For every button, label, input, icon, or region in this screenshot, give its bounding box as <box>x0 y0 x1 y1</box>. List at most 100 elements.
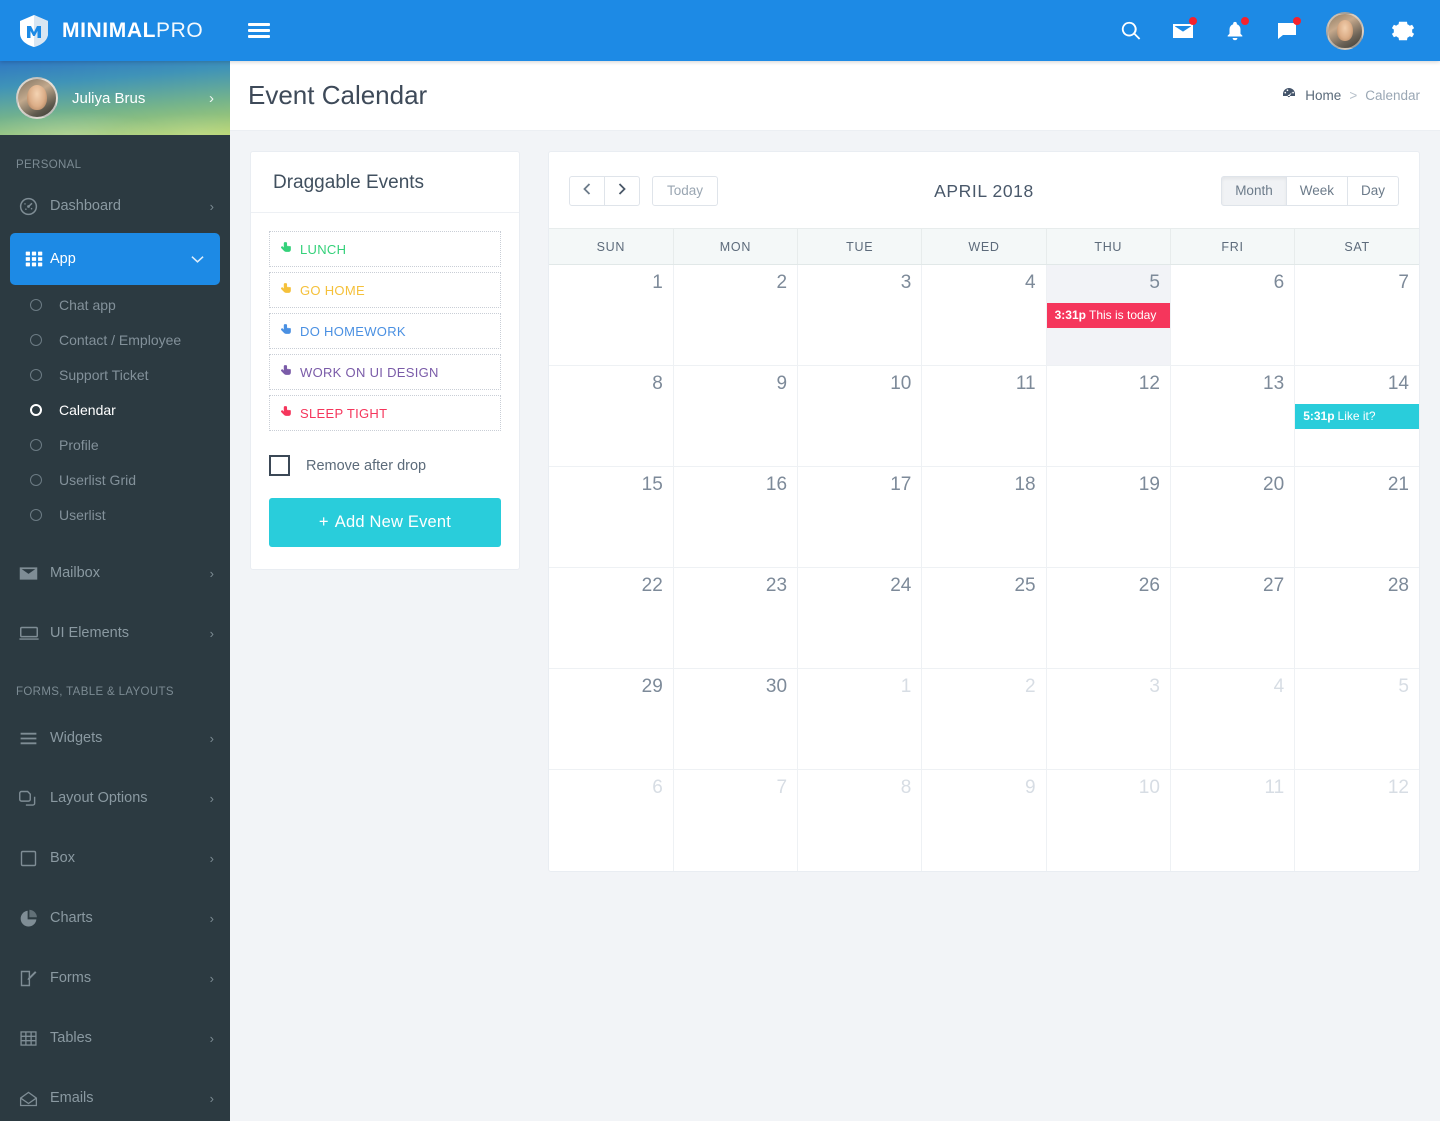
sidebar-profile[interactable]: Juliya Brus › <box>0 61 230 135</box>
calendar-day-cell[interactable]: 17 <box>797 466 923 568</box>
sidebar-item-app[interactable]: App <box>10 233 220 285</box>
breadcrumb-home[interactable]: Home <box>1305 88 1341 103</box>
calendar-day-cell[interactable]: 5 <box>1294 668 1419 770</box>
calendar-day-cell[interactable]: 11 <box>921 365 1047 467</box>
calendar-day-cell[interactable]: 4 <box>921 264 1047 366</box>
calendar-day-cell[interactable]: 24 <box>797 567 923 669</box>
sidebar-item-ui-elements[interactable]: UI Elements › <box>0 608 230 658</box>
sidebar-item-chat-app[interactable]: Chat app <box>0 287 230 322</box>
hamburger-icon[interactable] <box>248 21 276 41</box>
calendar-day-cell[interactable]: 7 <box>1294 264 1419 366</box>
app-root: MINIMALPRO Juliya Brus › PERSONAL Dashbo… <box>0 0 1440 1121</box>
calendar-day-cell[interactable]: 10 <box>797 365 923 467</box>
calendar-week-row: 22 23 24 25 26 27 28 <box>549 567 1419 669</box>
calendar-next-button[interactable] <box>605 176 640 206</box>
calendar-day-cell[interactable]: 2 <box>672 264 799 366</box>
calendar-day-cell[interactable]: 27 <box>1169 567 1296 669</box>
calendar-day-cell[interactable]: 22 <box>549 567 674 669</box>
calendar-day-cell[interactable]: 4 <box>1169 668 1296 770</box>
calendar-day-cell[interactable]: 2 <box>921 668 1047 770</box>
day-number: 30 <box>765 676 788 697</box>
calendar-day-cell[interactable]: 8 <box>797 769 923 871</box>
calendar-view-day[interactable]: Day <box>1347 176 1399 206</box>
calendar-day-cell[interactable]: 23 <box>672 567 799 669</box>
chevron-right-icon[interactable]: › <box>209 90 214 107</box>
calendar-prev-button[interactable] <box>569 176 605 206</box>
calendar-day-cell[interactable]: 10 <box>1045 769 1171 871</box>
calendar-day-cell[interactable]: 20 <box>1169 466 1296 568</box>
add-new-event-button[interactable]: + Add New Event <box>269 498 501 547</box>
sidebar-item-emails[interactable]: Emails › <box>0 1068 230 1121</box>
day-number: 2 <box>776 272 788 293</box>
calendar-day-cell[interactable]: 3 <box>1045 668 1171 770</box>
calendar-nav-group <box>569 176 640 206</box>
draggable-event-go-home[interactable]: GO HOME <box>269 272 501 308</box>
calendar-day-cell[interactable]: 30 <box>672 668 799 770</box>
sidebar-item-userlist[interactable]: Userlist <box>0 497 230 532</box>
gear-icon[interactable] <box>1390 18 1416 44</box>
calendar-day-cell[interactable]: 1 <box>797 668 923 770</box>
calendar-day-cell[interactable]: 26 <box>1045 567 1171 669</box>
weekday-wed: WED <box>921 228 1047 265</box>
breadcrumb: Home > Calendar <box>1281 86 1420 105</box>
avatar[interactable] <box>1326 11 1364 50</box>
calendar-day-cell[interactable]: 6 <box>549 769 674 871</box>
calendar-day-cell[interactable]: 3 <box>797 264 923 366</box>
calendar-day-cell[interactable]: 15 <box>549 466 674 568</box>
day-number: 6 <box>652 777 663 798</box>
search-icon[interactable] <box>1118 18 1144 44</box>
sidebar-item-tables[interactable]: Tables › <box>0 1008 230 1068</box>
calendar-day-cell[interactable]: 7 <box>672 769 799 871</box>
sidebar-item-mailbox[interactable]: Mailbox › <box>0 548 230 598</box>
calendar-view-month[interactable]: Month <box>1221 176 1287 206</box>
draggable-event-work-on-ui-design[interactable]: WORK ON UI DESIGN <box>269 354 501 390</box>
calendar-day-cell[interactable]: 29 <box>549 668 674 770</box>
chevron-right-icon: › <box>209 198 214 214</box>
draggable-event-sleep-tight[interactable]: SLEEP TIGHT <box>269 395 501 431</box>
calendar-day-cell[interactable]: 14 5:31p Like it? <box>1294 365 1419 467</box>
calendar-day-cell[interactable]: 1 <box>549 264 674 366</box>
brand-logo-block[interactable]: MINIMALPRO <box>0 0 230 61</box>
calendar-event[interactable]: 3:31p This is today <box>1046 303 1170 328</box>
sidebar-item-widgets[interactable]: Widgets › <box>0 708 230 768</box>
calendar-day-cell[interactable]: 11 <box>1169 769 1296 871</box>
day-number: 14 <box>1387 373 1409 394</box>
calendar-day-cell-today[interactable]: 5 3:31p This is today <box>1045 264 1171 366</box>
sidebar-item-label: Forms <box>50 970 92 986</box>
draggable-event-do-homework[interactable]: DO HOMEWORK <box>269 313 501 349</box>
remove-after-drop-checkbox[interactable] <box>269 455 290 476</box>
sidebar-item-box[interactable]: Box › <box>0 828 230 888</box>
bullet-icon <box>30 473 42 486</box>
calendar-day-cell[interactable]: 12 <box>1045 365 1171 467</box>
calendar-view-week[interactable]: Week <box>1286 176 1348 206</box>
sidebar-item-profile[interactable]: Profile <box>0 427 230 462</box>
sidebar-item-support-ticket[interactable]: Support Ticket <box>0 357 230 392</box>
calendar-day-cell[interactable]: 28 <box>1294 567 1419 669</box>
sidebar-item-charts[interactable]: Charts › <box>0 888 230 948</box>
calendar-day-cell[interactable]: 12 <box>1294 769 1419 871</box>
calendar-today-button[interactable]: Today <box>652 176 719 206</box>
calendar-day-cell[interactable]: 8 <box>549 365 674 467</box>
sidebar-item-calendar[interactable]: Calendar <box>0 392 230 427</box>
calendar-day-cell[interactable]: 16 <box>672 466 799 568</box>
calendar-day-cell[interactable]: 9 <box>672 365 799 467</box>
bell-icon[interactable] <box>1222 16 1249 44</box>
calendar-day-cell[interactable]: 19 <box>1045 466 1171 568</box>
calendar-day-cell[interactable]: 6 <box>1169 264 1296 366</box>
sidebar-item-layout-options[interactable]: Layout Options › <box>0 768 230 828</box>
chat-icon[interactable] <box>1274 16 1301 44</box>
sidebar-item-contact-employee[interactable]: Contact / Employee <box>0 322 230 357</box>
mail-icon[interactable] <box>1170 16 1197 44</box>
sidebar-item-dashboard[interactable]: Dashboard › <box>0 181 230 231</box>
calendar-event[interactable]: 5:31p Like it? <box>1295 404 1419 429</box>
calendar-day-cell[interactable]: 9 <box>921 769 1047 871</box>
sidebar-item-forms[interactable]: Forms › <box>0 948 230 1008</box>
draggable-event-lunch[interactable]: LUNCH <box>269 231 501 267</box>
calendar-day-cell[interactable]: 18 <box>921 466 1047 568</box>
sidebar-item-userlist-grid[interactable]: Userlist Grid <box>0 462 230 497</box>
calendar-day-cell[interactable]: 21 <box>1294 466 1419 568</box>
calendar-day-cell[interactable]: 13 <box>1169 365 1296 467</box>
window-icon <box>18 622 50 644</box>
calendar-day-cell[interactable]: 25 <box>921 567 1047 669</box>
weekday-tue: TUE <box>797 228 923 265</box>
